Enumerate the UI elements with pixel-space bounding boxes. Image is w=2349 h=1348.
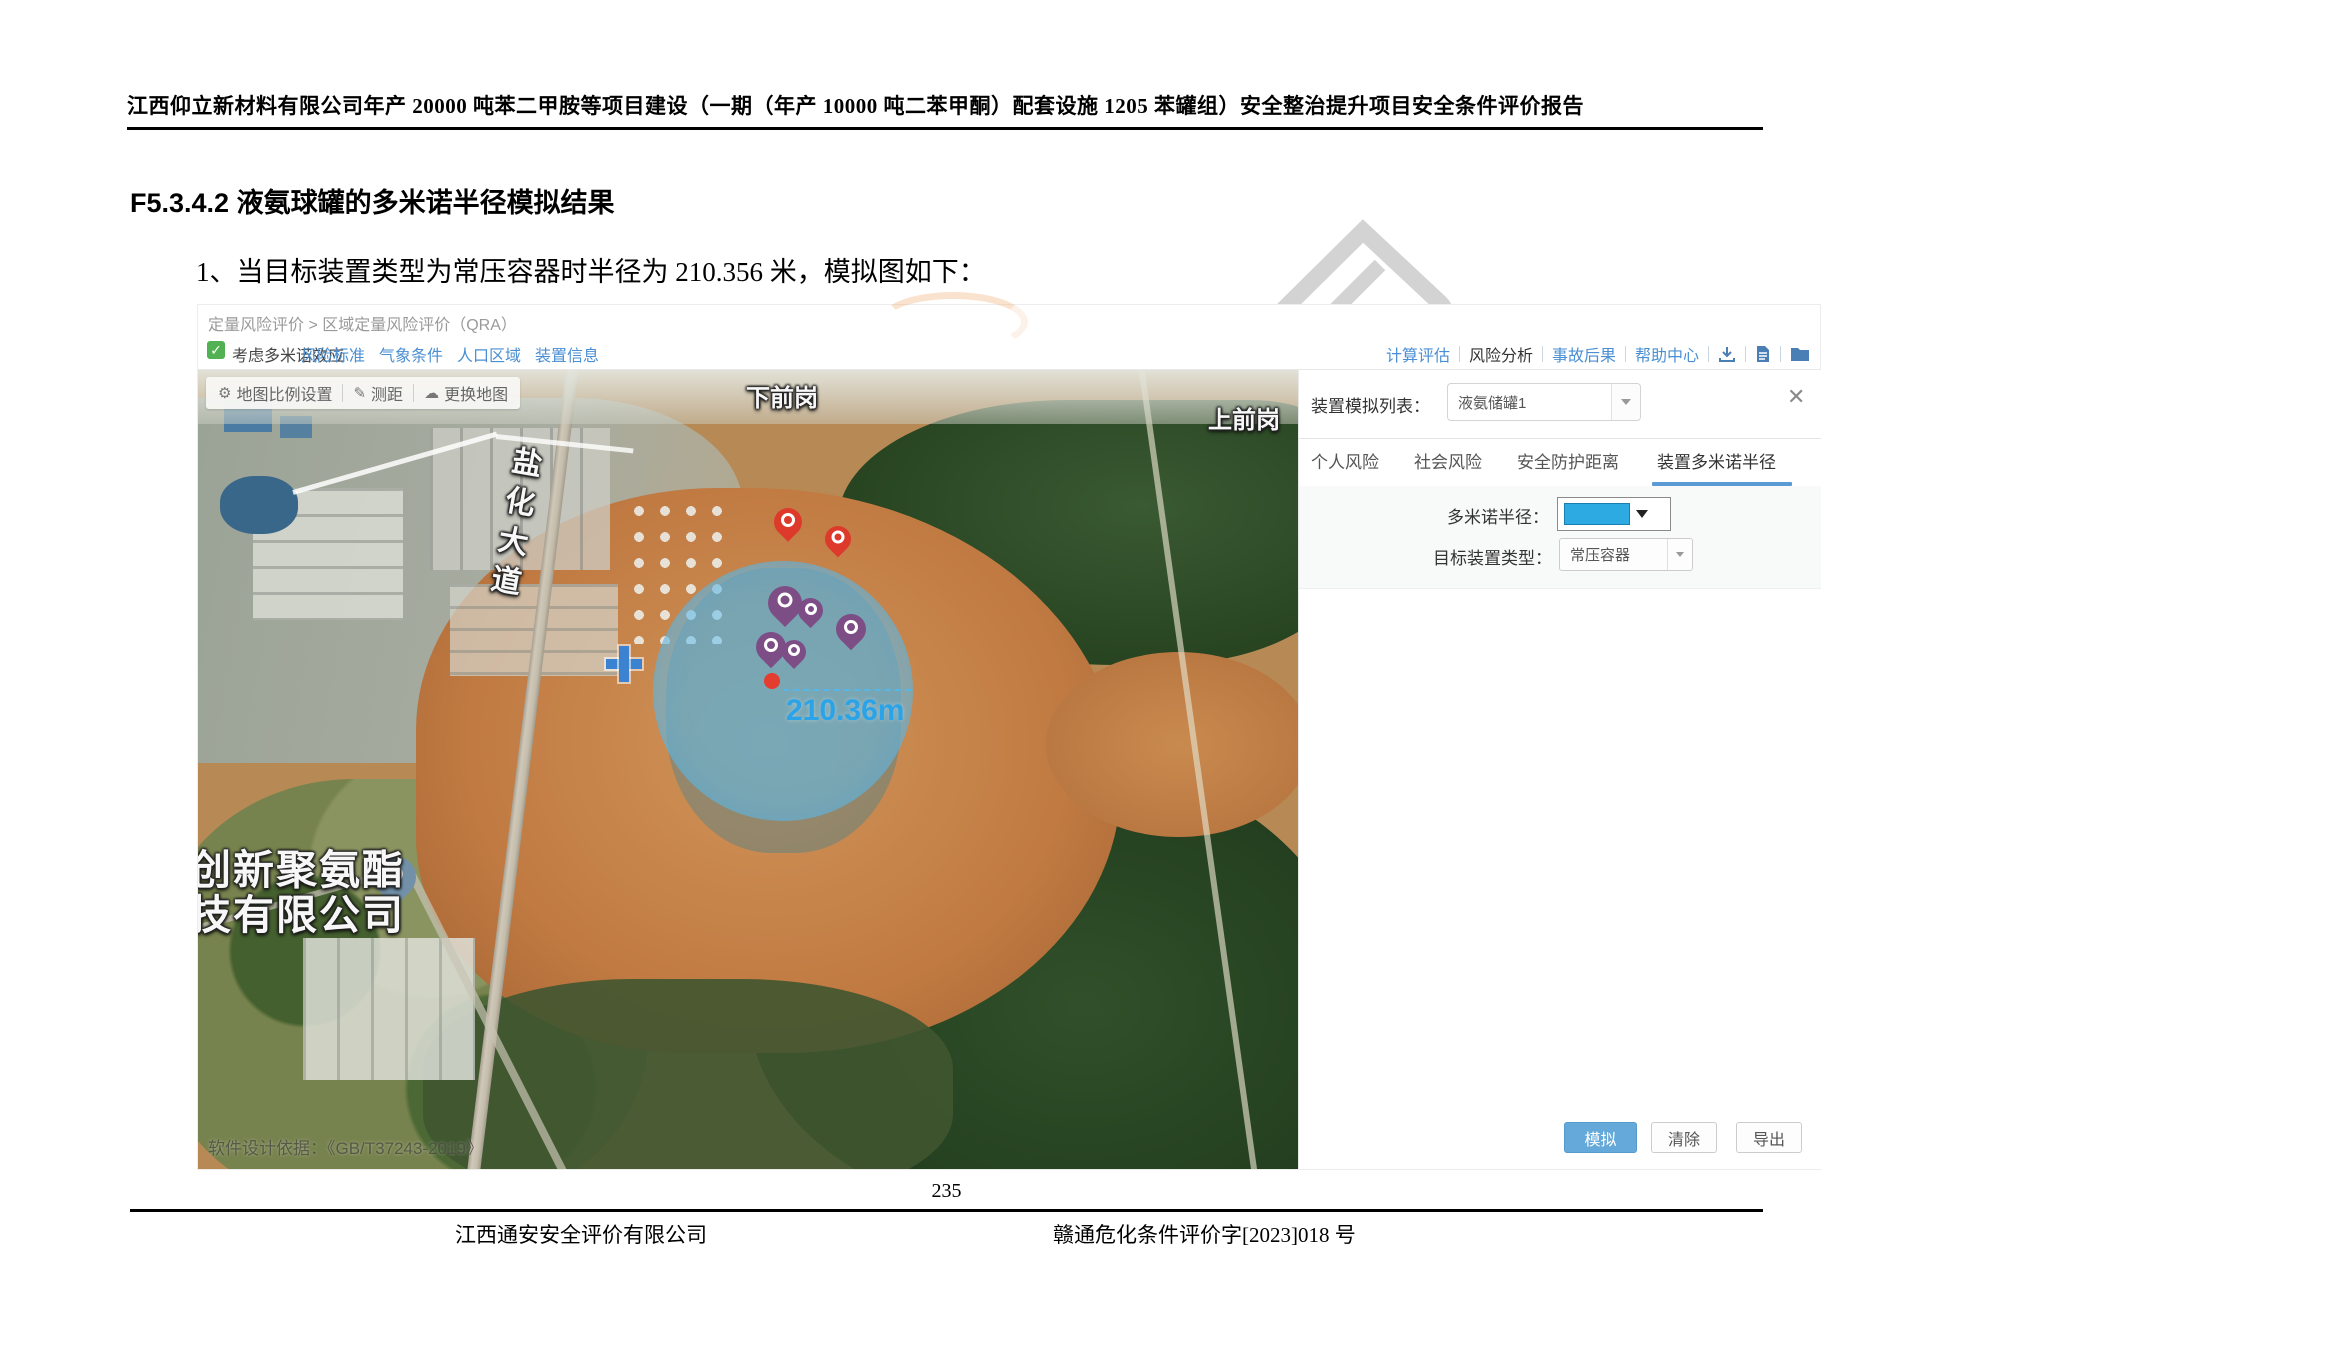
clear-button[interactable]: 清除: [1651, 1122, 1717, 1153]
map-label-village-right: 上前岗: [1208, 400, 1280, 435]
footer-document-number: 赣通危化条件评价字[2023]018 号: [1053, 1219, 1356, 1249]
map-credit-text: 软件设计依据：《GB/T37243-2019》: [208, 1134, 483, 1159]
tab-domino-radius[interactable]: 装置多米诺半径: [1657, 448, 1776, 480]
simulation-panel: 装置模拟列表： 液氨储罐1 ✕ 个人风险 社会风险 安全防护距离 装置多米诺半径…: [1298, 370, 1821, 1169]
toolbar-separator: [342, 384, 343, 402]
close-icon[interactable]: ✕: [1787, 384, 1805, 410]
folder-icon[interactable]: [1790, 346, 1810, 362]
purple-pin-marker[interactable]: [798, 598, 823, 623]
chevron-down-icon: [1667, 539, 1692, 570]
nav-accident-consequence[interactable]: 事故后果: [1552, 342, 1616, 366]
blue-plus-marker[interactable]: [606, 646, 642, 682]
qra-app-screenshot: 定量风险评价 > 区域定量风险评价（QRA） ✓ 考虑多米诺效应 风险标准 气象…: [197, 304, 1821, 1170]
pencil-icon: ✎: [353, 384, 366, 402]
device-select[interactable]: 液氨储罐1: [1447, 383, 1641, 421]
map-scale-settings-button[interactable]: ⚙ 地图比例设置: [218, 381, 332, 405]
red-pin-marker[interactable]: [825, 526, 851, 552]
nav-separator: [1780, 346, 1781, 362]
checkmark-icon: ✓: [210, 342, 222, 358]
simulate-button[interactable]: 模拟: [1564, 1122, 1637, 1153]
tab-safety-distance[interactable]: 安全防护距离: [1517, 448, 1619, 480]
chevron-down-icon: [1611, 384, 1640, 420]
radius-color-select[interactable]: [1557, 497, 1671, 531]
download-icon[interactable]: [1718, 345, 1736, 363]
radius-dashed-line: [783, 689, 911, 691]
nav-calc-evaluation[interactable]: 计算评估: [1386, 342, 1450, 366]
top-nav: 计算评估 风险分析 事故后果 帮助中心: [1386, 342, 1810, 366]
radius-value-label: 210.36m: [786, 694, 904, 728]
gear-icon: ⚙: [218, 384, 231, 402]
panel-divider: [1299, 438, 1821, 439]
nav-help-center[interactable]: 帮助中心: [1635, 342, 1699, 366]
document-icon[interactable]: [1755, 345, 1771, 363]
map-terrain-trees-bottom: [423, 979, 953, 1169]
target-type-value: 常压容器: [1560, 544, 1667, 565]
toolbar-separator: [413, 384, 414, 402]
breadcrumb: 定量风险评价 > 区域定量风险评价（QRA）: [208, 311, 517, 335]
cloud-icon: ☁: [424, 384, 439, 402]
domino-effect-checkbox[interactable]: ✓: [207, 341, 225, 359]
radius-field-label: 多米诺半径：: [1359, 503, 1549, 528]
red-pin-marker[interactable]: [774, 508, 802, 536]
menu-link-weather[interactable]: 气象条件: [379, 342, 443, 366]
map-buildings: [303, 938, 475, 1080]
tab-personal-risk[interactable]: 个人风险: [1311, 448, 1379, 480]
nav-separator: [1745, 346, 1746, 362]
export-button[interactable]: 导出: [1736, 1122, 1802, 1153]
target-type-select[interactable]: 常压容器: [1559, 538, 1693, 571]
footer-rule: [130, 1209, 1763, 1212]
orange-arc-watermark: [878, 292, 1028, 352]
nav-risk-analysis[interactable]: 风险分析: [1469, 342, 1533, 366]
map-toolbar: ⚙ 地图比例设置 ✎ 测距 ☁ 更换地图: [206, 377, 520, 409]
chevron-down-icon: [1636, 510, 1648, 518]
menu-link-risk-standard[interactable]: 风险标准: [301, 342, 365, 366]
body-paragraph: 1、当目标装置类型为常压容器时半径为 210.356 米，模拟图如下：: [196, 250, 986, 289]
section-heading: F5.3.4.2 液氨球罐的多米诺半径模拟结果: [130, 181, 615, 220]
satellite-map[interactable]: 210.36m 下前岗 上前岗 盐化大道 创新聚氨酯: [198, 370, 1298, 1169]
map-terrain-bare-earth-east: [1046, 652, 1298, 837]
map-switch-button[interactable]: ☁ 更换地图: [424, 381, 508, 405]
menu-links: 风险标准 气象条件 人口区域 装置信息: [301, 342, 599, 366]
device-list-label: 装置模拟列表：: [1311, 392, 1430, 417]
menu-link-device-info[interactable]: 装置信息: [535, 342, 599, 366]
map-pond: [220, 476, 298, 534]
purple-pin-marker[interactable]: [782, 640, 806, 664]
page-number: 235: [130, 1180, 1763, 1203]
map-measure-button[interactable]: ✎ 测距: [353, 381, 403, 405]
nav-separator: [1542, 346, 1543, 362]
nav-separator: [1708, 346, 1709, 362]
footer-company: 江西通安安全评价有限公司: [455, 1219, 707, 1249]
red-dot-marker[interactable]: [764, 673, 780, 689]
map-label-company: 创新聚氨酯 技有限公司: [198, 848, 405, 938]
radius-color-swatch: [1564, 503, 1630, 525]
nav-separator: [1625, 346, 1626, 362]
tab-social-risk[interactable]: 社会风险: [1414, 448, 1482, 480]
nav-separator: [1459, 346, 1460, 362]
device-select-value: 液氨储罐1: [1448, 392, 1611, 413]
purple-pin-marker[interactable]: [768, 586, 802, 620]
menu-link-population[interactable]: 人口区域: [457, 342, 521, 366]
purple-pin-marker[interactable]: [836, 614, 866, 644]
target-type-label: 目标装置类型：: [1359, 544, 1552, 569]
map-label-village-top: 下前岗: [746, 378, 818, 413]
report-header-title: 江西仰立新材料有限公司年产 20000 吨苯二甲胺等项目建设（一期（年产 100…: [127, 90, 1763, 130]
